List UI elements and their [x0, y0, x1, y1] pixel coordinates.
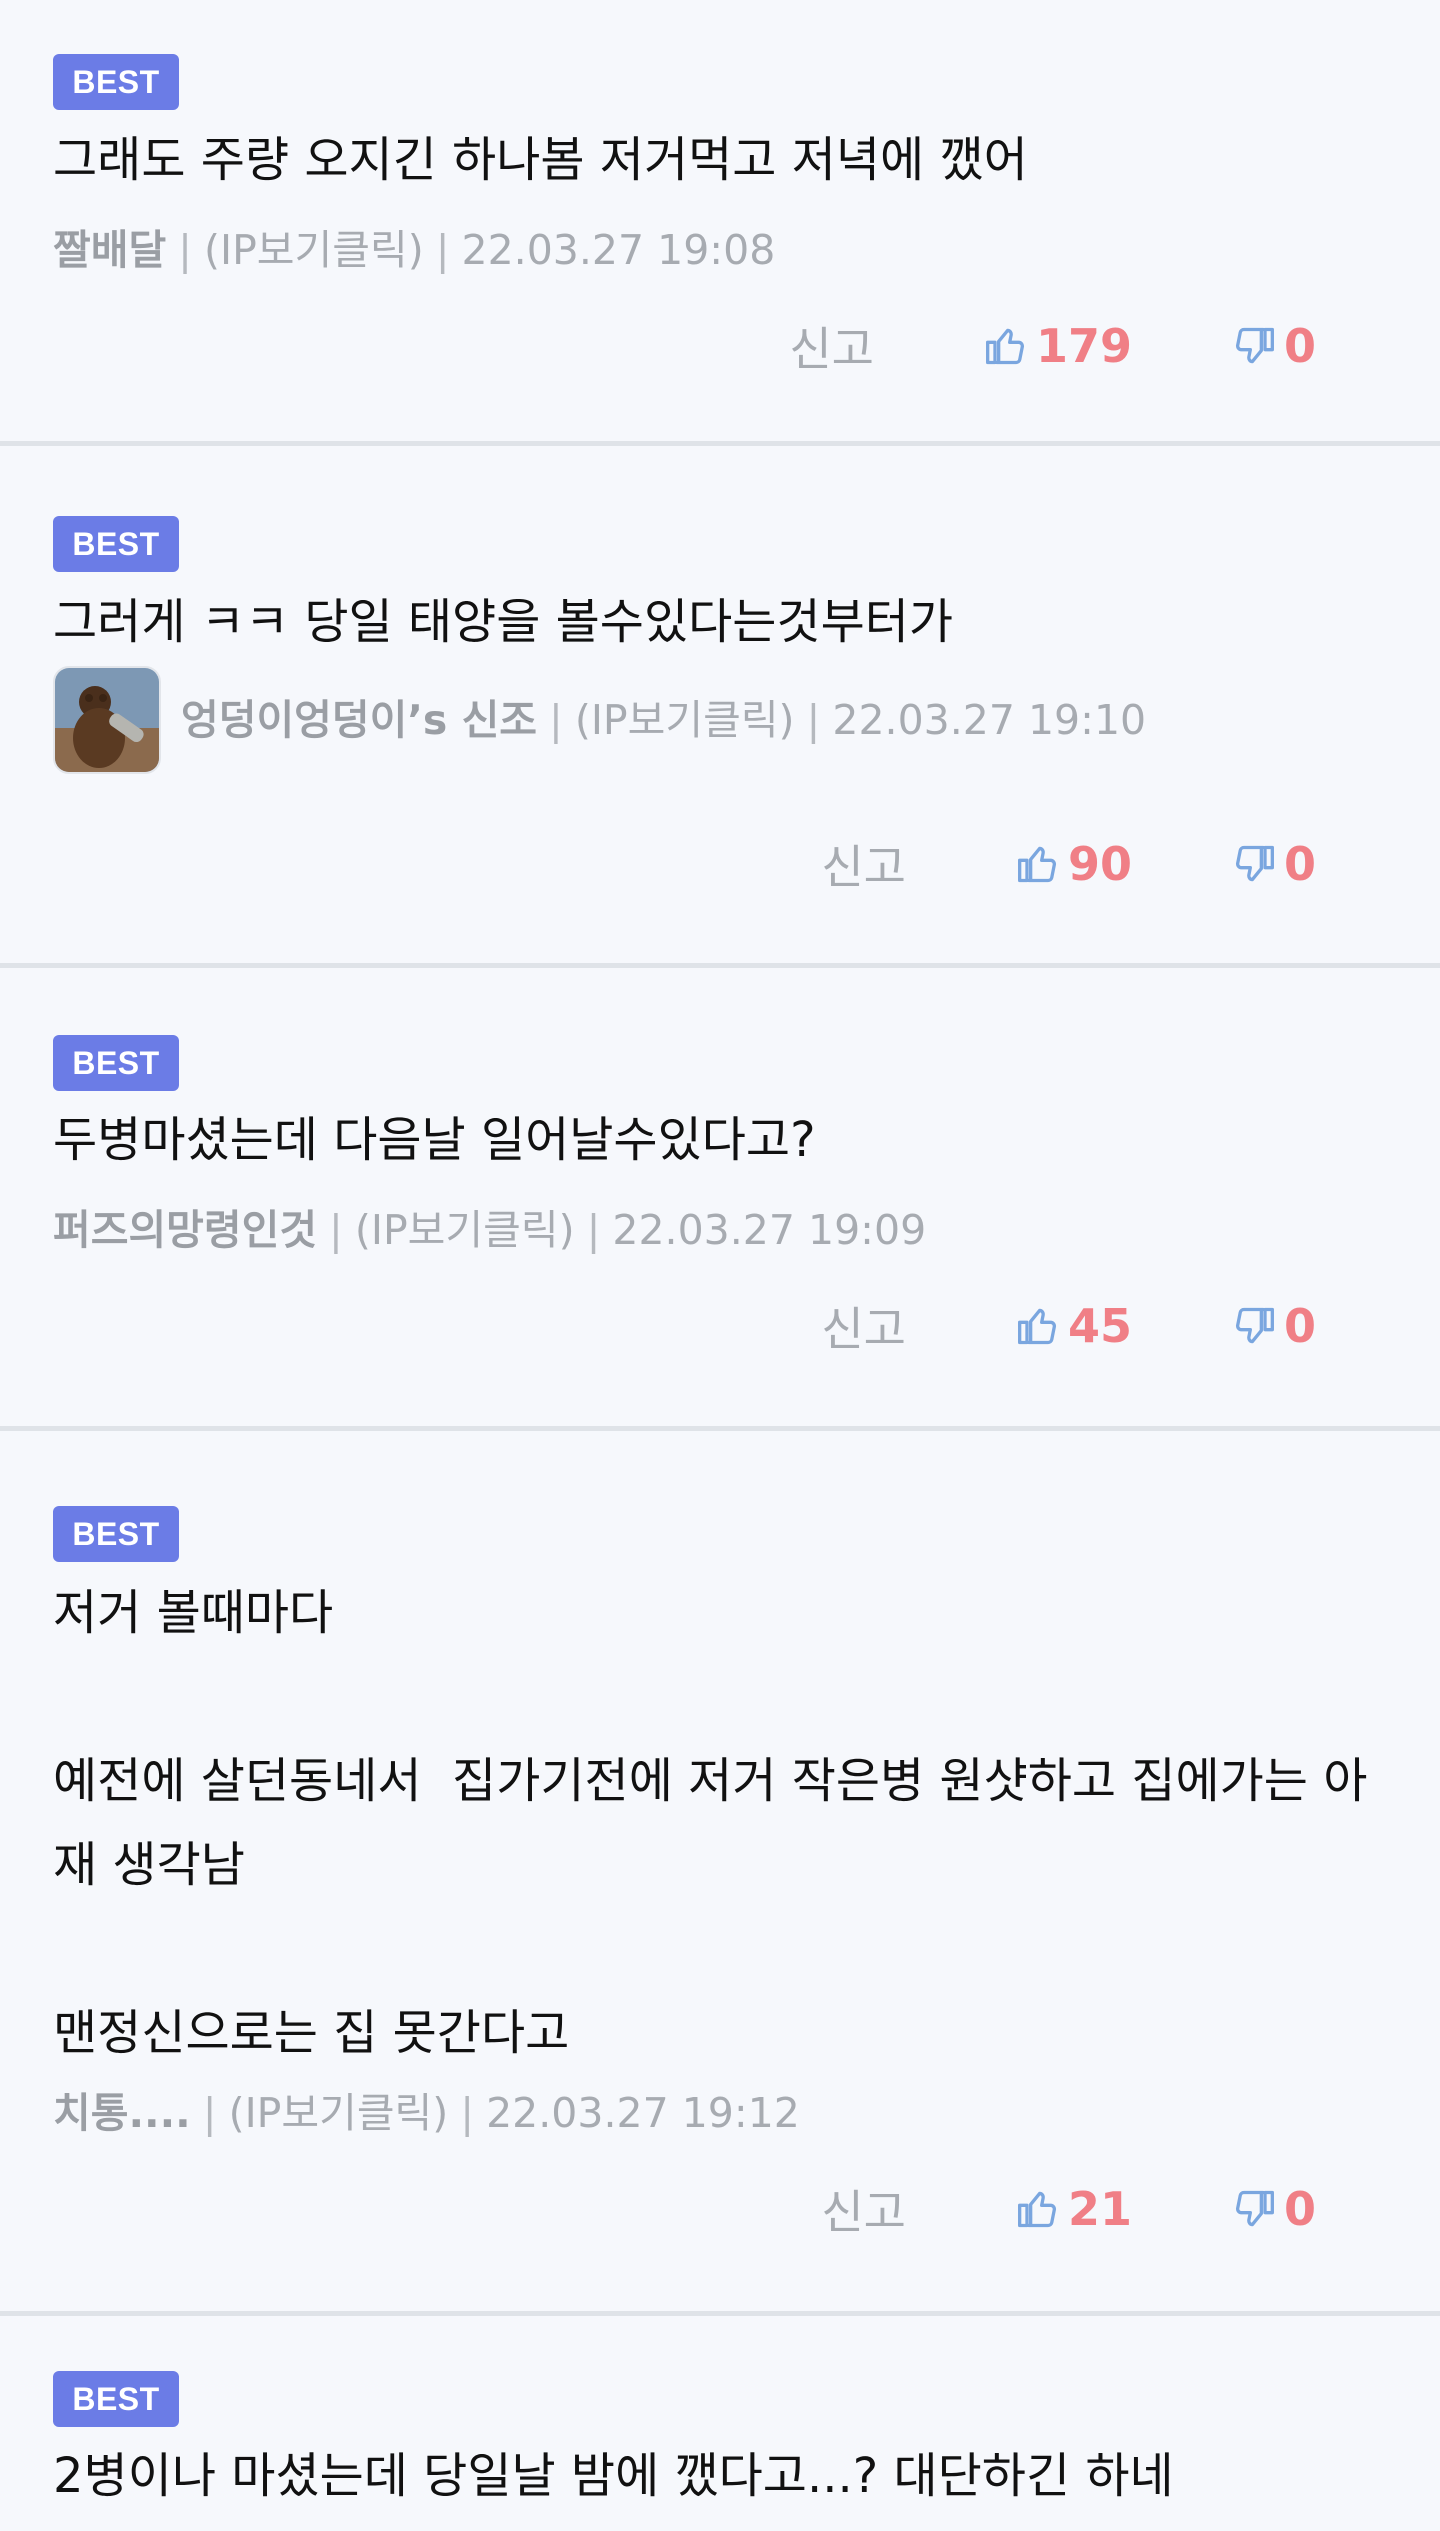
thumbs-down-icon: [1235, 327, 1274, 364]
comment-item: BEST 그러게 ㅋㅋ 당일 태양을 볼수있다는것부터가 엉덩이엉덩이’s 신조…: [0, 446, 1440, 968]
author-nickname[interactable]: 치통....: [53, 2083, 191, 2143]
thumbs-up-icon: [1017, 846, 1056, 883]
author-nickname[interactable]: 엉덩이엉덩이’s 신조: [181, 690, 537, 750]
comment-time: 22.03.27 19:08: [461, 226, 776, 274]
comment-text: 그래도 주량 오지긴 하나봄 저거먹고 저녁에 깼어: [53, 132, 1028, 188]
ip-view-link[interactable]: (IP보기클릭): [229, 2083, 449, 2143]
user-avatar[interactable]: [53, 666, 161, 774]
comment-meta: 엉덩이엉덩이’s 신조 | (IP보기클릭) | 22.03.27 19:10: [53, 662, 1146, 778]
comment-meta: 짤배달 | (IP보기클릭) | 22.03.27 19:08: [53, 220, 775, 280]
comment-actions: 신고 90 0: [821, 834, 1316, 894]
comment-item: BEST 2병이나 마셨는데 당일날 밤에 깼다고...? 대단하긴 하네: [0, 2316, 1440, 2526]
comment-meta: 치통.... | (IP보기클릭) | 22.03.27 19:12: [53, 2083, 800, 2143]
thumbs-down-icon: [1235, 845, 1274, 882]
meta-separator: |: [329, 1206, 343, 1254]
like-button[interactable]: 179: [984, 319, 1132, 373]
ip-view-link[interactable]: (IP보기클릭): [575, 690, 795, 750]
thumbs-up-icon: [985, 328, 1024, 365]
meta-separator: |: [178, 226, 192, 274]
report-button[interactable]: 신고: [789, 313, 874, 379]
author-nickname[interactable]: 퍼즈의망령인것: [53, 1200, 317, 1260]
thumbs-down-icon: [1235, 2190, 1274, 2227]
dislike-button[interactable]: 0: [1232, 319, 1316, 373]
meta-separator: |: [435, 226, 450, 274]
best-badge: BEST: [53, 516, 179, 572]
thumbs-down-icon: [1235, 1307, 1274, 1344]
dislike-count: 0: [1283, 319, 1316, 373]
like-count: 45: [1067, 1299, 1132, 1353]
comment-time: 22.03.27 19:09: [612, 1206, 927, 1254]
comment-item: BEST 그래도 주량 오지긴 하나봄 저거먹고 저녁에 깼어 짤배달 | (I…: [0, 0, 1440, 446]
like-count: 179: [1035, 319, 1132, 373]
comment-text: 두병마셨는데 다음날 일어날수있다고?: [53, 1112, 816, 1168]
comment-text: 2병이나 마셨는데 당일날 밤에 깼다고...? 대단하긴 하네: [53, 2448, 1174, 2504]
meta-separator: |: [460, 2089, 475, 2137]
thumbs-up-icon: [1017, 2191, 1056, 2228]
dislike-button[interactable]: 0: [1232, 1299, 1316, 1353]
meta-separator: |: [202, 2089, 217, 2137]
like-count: 90: [1067, 837, 1132, 891]
best-badge: BEST: [53, 1506, 179, 1562]
report-button[interactable]: 신고: [821, 2176, 906, 2242]
like-button[interactable]: 45: [1016, 1299, 1132, 1353]
author-nickname[interactable]: 짤배달: [53, 220, 166, 280]
meta-separator: |: [806, 696, 821, 744]
dislike-count: 0: [1283, 2182, 1316, 2236]
like-button[interactable]: 21: [1016, 2182, 1132, 2236]
meta-separator: |: [549, 696, 563, 744]
dislike-button[interactable]: 0: [1232, 2182, 1316, 2236]
avatar-image: [55, 668, 159, 772]
best-badge: BEST: [53, 54, 179, 110]
like-button[interactable]: 90: [1016, 837, 1132, 891]
comment-item: BEST 두병마셨는데 다음날 일어날수있다고? 퍼즈의망령인것 | (IP보기…: [0, 968, 1440, 1431]
comment-text: 저거 볼때마다 예전에 살던동네서 집가기전에 저거 작은병 원샷하고 집에가는…: [53, 1585, 1368, 2061]
dislike-button[interactable]: 0: [1232, 837, 1316, 891]
like-count: 21: [1067, 2182, 1132, 2236]
best-badge: BEST: [53, 1035, 179, 1091]
report-button[interactable]: 신고: [821, 831, 906, 897]
comment-actions: 신고 21 0: [821, 2179, 1316, 2239]
report-button[interactable]: 신고: [821, 1293, 906, 1359]
comment-time: 22.03.27 19:12: [486, 2089, 800, 2137]
ip-view-link[interactable]: (IP보기클릭): [355, 1200, 575, 1260]
meta-separator: |: [586, 1206, 601, 1254]
comment-item: BEST 저거 볼때마다 예전에 살던동네서 집가기전에 저거 작은병 원샷하고…: [0, 1431, 1440, 2316]
comment-time: 22.03.27 19:10: [832, 696, 1147, 744]
dislike-count: 0: [1283, 1299, 1316, 1353]
dislike-count: 0: [1283, 837, 1316, 891]
comment-actions: 신고 179 0: [789, 316, 1316, 376]
best-badge: BEST: [53, 2371, 179, 2427]
comment-actions: 신고 45 0: [821, 1296, 1316, 1356]
thumbs-up-icon: [1017, 1308, 1056, 1345]
ip-view-link[interactable]: (IP보기클릭): [204, 220, 424, 280]
comment-text: 그러게 ㅋㅋ 당일 태양을 볼수있다는것부터가: [53, 594, 954, 650]
comment-meta: 퍼즈의망령인것 | (IP보기클릭) | 22.03.27 19:09: [53, 1200, 926, 1260]
